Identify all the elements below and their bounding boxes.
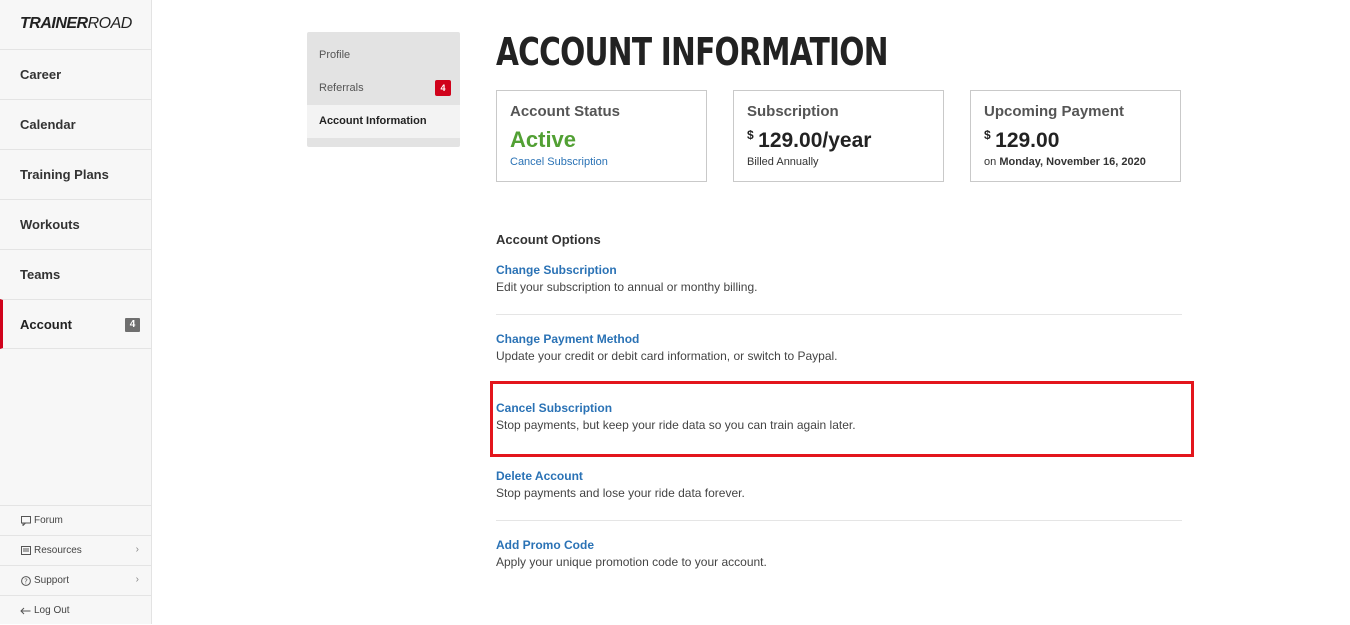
highlight-box — [490, 381, 1194, 457]
subscription-price: $ 129.00/year — [747, 128, 872, 153]
account-options-heading: Account Options — [496, 232, 601, 247]
nav-item-label: Workouts — [20, 217, 80, 232]
status-value: Active — [510, 127, 577, 152]
nav-item-label: Career — [20, 67, 62, 82]
card-title: Subscription — [747, 103, 839, 120]
subnav-item-referrals[interactable]: Referrals 4 — [307, 72, 460, 105]
nav-item-career[interactable]: Career — [0, 49, 151, 99]
add-promo-code-link[interactable]: Add Promo Code — [496, 538, 1182, 552]
currency-symbol: $ — [984, 128, 991, 142]
svg-text:?: ? — [24, 577, 28, 585]
support-label: Support — [34, 575, 70, 586]
price-amount: 129.00 — [995, 129, 1060, 152]
option-delete-account: Delete Account Stop payments and lose yo… — [496, 469, 1182, 500]
support-link[interactable]: ? Support › — [0, 565, 151, 595]
subscription-card: Subscription $ 129.00/year Billed Annual… — [733, 90, 944, 182]
option-description: Stop payments and lose your ride data fo… — [496, 486, 745, 500]
nav-item-label: Account — [20, 317, 72, 332]
main-nav: Career Calendar Training Plans Workouts … — [0, 49, 151, 349]
trainerroad-logo[interactable]: TRAINERROAD — [20, 15, 132, 33]
option-add-promo-code: Add Promo Code Apply your unique promoti… — [496, 538, 1182, 569]
option-change-payment-method: Change Payment Method Update your credit… — [496, 332, 1182, 363]
chevron-right-icon: › — [135, 544, 139, 555]
divider — [496, 520, 1182, 521]
card-title: Account Status — [510, 103, 621, 120]
cancel-subscription-link[interactable]: Cancel Subscription — [510, 156, 608, 168]
utility-nav: Forum Resources › ? Support › Log Out — [0, 505, 151, 625]
list-icon — [20, 545, 31, 556]
nav-item-label: Training Plans — [20, 167, 109, 182]
nav-item-label: Calendar — [20, 117, 76, 132]
change-payment-method-link[interactable]: Change Payment Method — [496, 332, 1182, 346]
subnav-item-label: Referrals — [319, 82, 364, 94]
nav-item-account[interactable]: Account 4 — [0, 299, 151, 349]
subnav-item-label: Profile — [319, 49, 351, 61]
page-title: ACCOUNT INFORMATION — [496, 30, 888, 74]
account-status-card: Account Status Active Cancel Subscriptio… — [496, 90, 707, 182]
subnav-item-profile[interactable]: Profile — [307, 39, 460, 72]
resources-link[interactable]: Resources › — [0, 535, 151, 565]
arrow-left-icon — [20, 605, 31, 616]
subnav-item-label: Account Information — [319, 115, 427, 127]
forum-label: Forum — [34, 515, 63, 526]
nav-item-calendar[interactable]: Calendar — [0, 99, 151, 149]
option-description: Edit your subscription to annual or mont… — [496, 280, 758, 294]
nav-item-workouts[interactable]: Workouts — [0, 199, 151, 249]
billing-note: Billed Annually — [747, 156, 819, 168]
resources-label: Resources — [34, 545, 82, 556]
referrals-badge: 4 — [435, 80, 451, 96]
subnav-item-account-information[interactable]: Account Information — [307, 105, 460, 138]
change-subscription-link[interactable]: Change Subscription — [496, 263, 1182, 277]
logout-label: Log Out — [34, 605, 70, 616]
option-description: Apply your unique promotion code to your… — [496, 555, 767, 569]
logout-link[interactable]: Log Out — [0, 595, 151, 625]
help-circle-icon: ? — [20, 575, 31, 586]
divider — [496, 314, 1182, 315]
delete-account-link[interactable]: Delete Account — [496, 469, 1182, 483]
date-value: Monday, November 16, 2020 — [999, 156, 1146, 168]
chevron-right-icon: › — [135, 574, 139, 585]
account-subnav: Profile Referrals 4 Account Information — [307, 32, 460, 147]
notification-badge: 4 — [125, 318, 140, 332]
nav-item-teams[interactable]: Teams — [0, 249, 151, 299]
payment-price: $ 129.00 — [984, 128, 1060, 153]
left-sidebar: TRAINERROAD Career Calendar Training Pla… — [0, 0, 152, 624]
price-amount: 129.00/year — [758, 129, 872, 152]
option-change-subscription: Change Subscription Edit your subscripti… — [496, 263, 1182, 294]
nav-item-training-plans[interactable]: Training Plans — [0, 149, 151, 199]
forum-link[interactable]: Forum — [0, 505, 151, 535]
nav-item-label: Teams — [20, 267, 61, 282]
payment-date: on Monday, November 16, 2020 — [984, 156, 1146, 168]
chat-bubble-icon — [20, 515, 31, 526]
option-description: Update your credit or debit card informa… — [496, 349, 838, 363]
card-title: Upcoming Payment — [984, 103, 1125, 120]
upcoming-payment-card: Upcoming Payment $ 129.00 on Monday, Nov… — [970, 90, 1181, 182]
currency-symbol: $ — [747, 128, 754, 142]
date-prefix: on — [984, 156, 997, 168]
